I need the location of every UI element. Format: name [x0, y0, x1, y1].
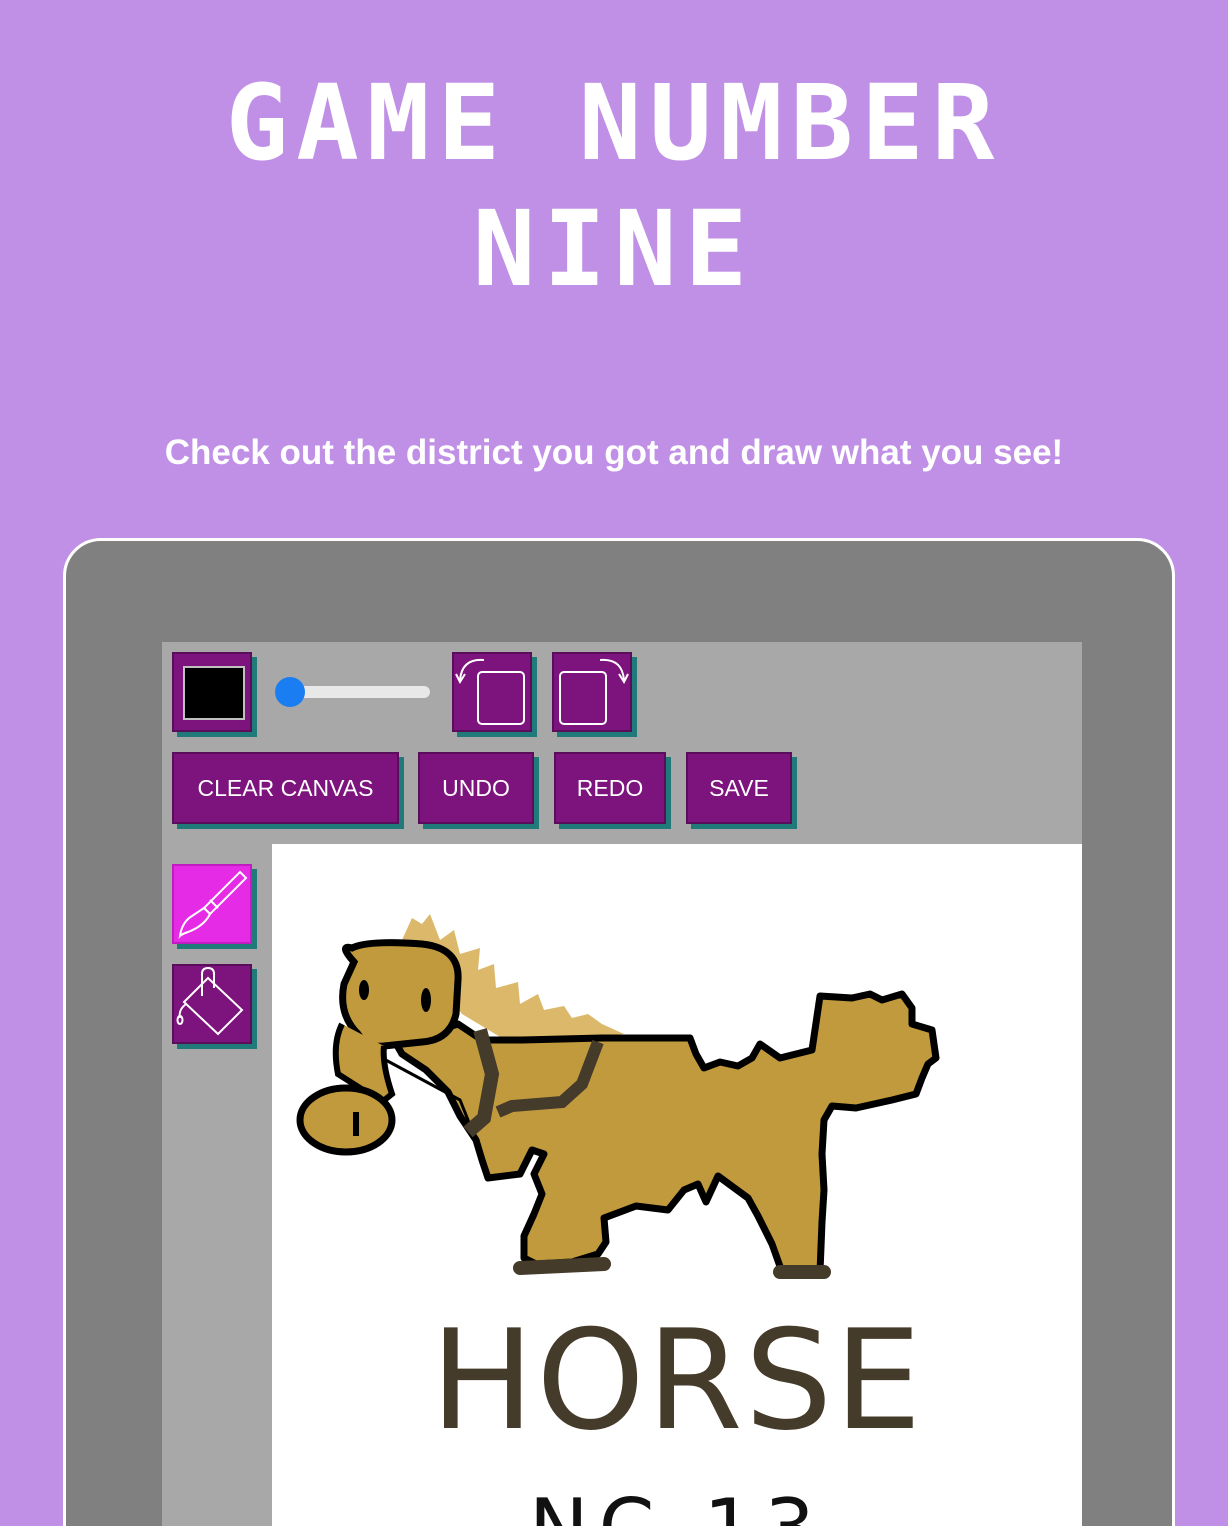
title-line-1: GAME NUMBER	[225, 62, 1003, 184]
district-label: NC-13	[272, 1484, 1082, 1526]
color-picker-button[interactable]	[172, 652, 252, 732]
slider-thumb[interactable]	[275, 677, 305, 707]
undo-button[interactable]: UNDO	[418, 752, 534, 824]
current-color-swatch	[183, 666, 245, 720]
brush-size-slider[interactable]	[275, 677, 430, 707]
horse-eye-left	[359, 980, 369, 1000]
fill-tool-button[interactable]	[172, 964, 252, 1044]
horse-eye-right	[421, 988, 431, 1012]
paintbrush-icon	[178, 870, 248, 939]
page: GAME NUMBER NINE Check out the district …	[0, 0, 1228, 1526]
brush-tool-button[interactable]	[172, 864, 252, 944]
drawing-label: HORSE	[430, 1300, 924, 1461]
redo-button[interactable]: REDO	[554, 752, 666, 824]
rotate-right-button[interactable]	[552, 652, 632, 732]
rotate-left-button[interactable]	[452, 652, 532, 732]
save-button[interactable]: SAVE	[686, 752, 792, 824]
drawing-canvas[interactable]: HORSE NC-13	[272, 844, 1082, 1526]
horse-snout	[296, 1084, 396, 1156]
rotate-right-icon	[559, 658, 629, 725]
drawing-app: CLEAR CANVAS UNDO REDO SAVE HORSE	[162, 642, 1082, 1526]
clear-canvas-button[interactable]: CLEAR CANVAS	[172, 752, 399, 824]
rotate-left-icon	[455, 658, 525, 725]
page-title: GAME NUMBER NINE	[0, 60, 1228, 312]
paint-bucket-icon	[176, 966, 244, 1036]
page-subtitle: Check out the district you got and draw …	[164, 433, 1064, 472]
title-line-2: NINE	[472, 188, 756, 310]
